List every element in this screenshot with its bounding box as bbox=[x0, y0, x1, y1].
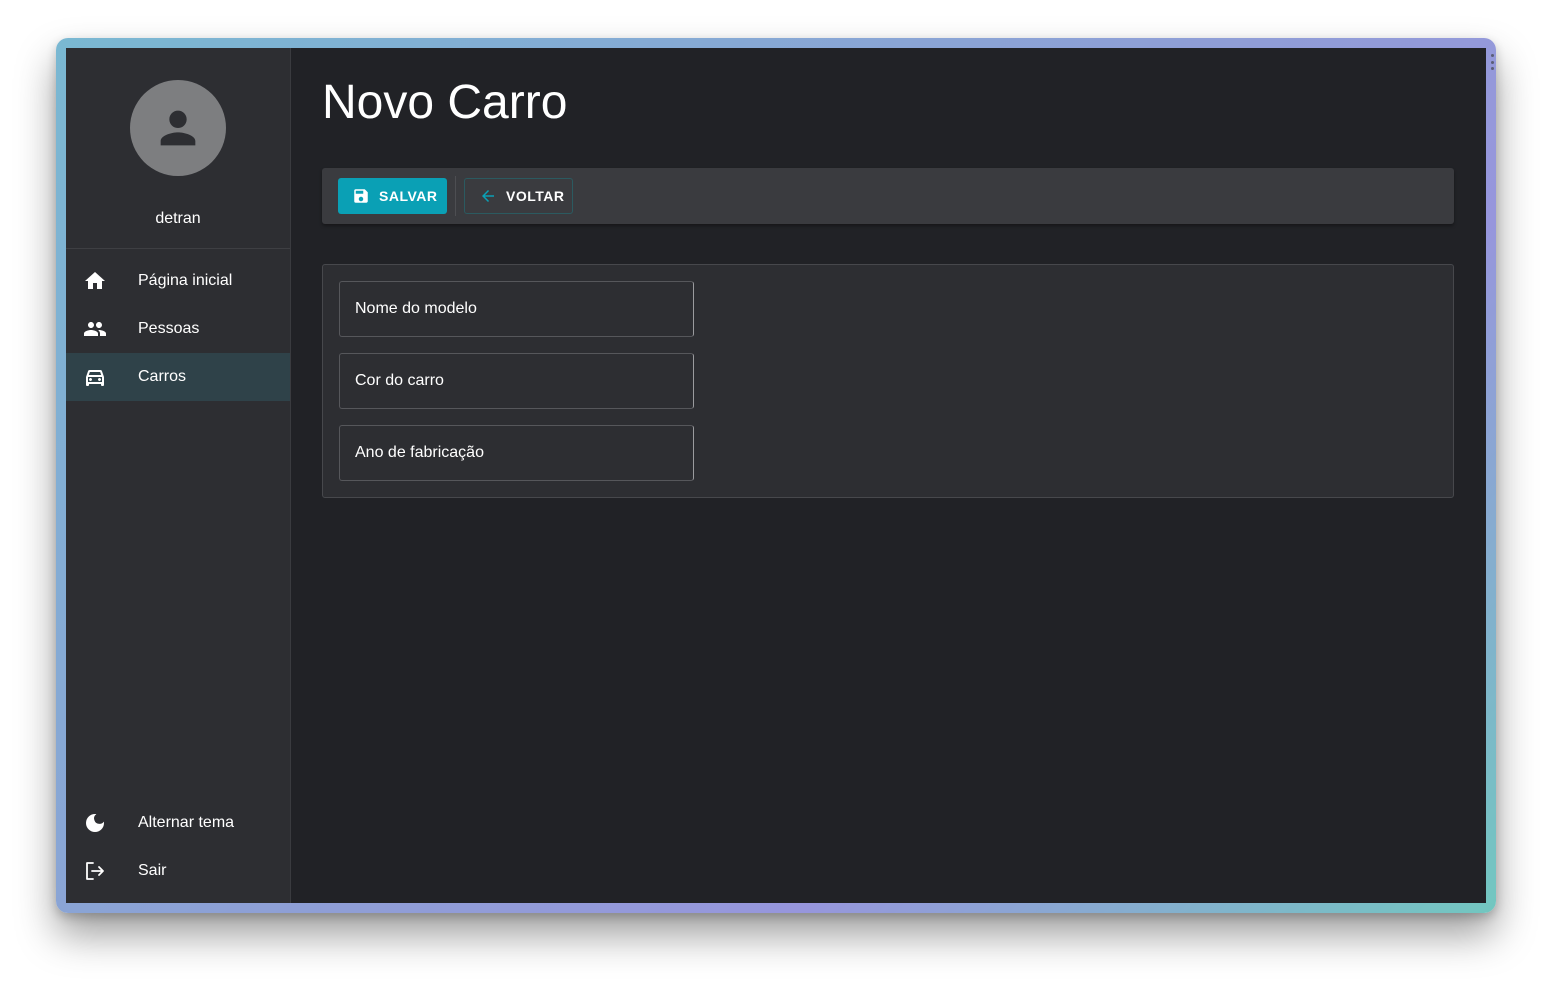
logout-icon bbox=[66, 859, 138, 883]
username: detran bbox=[155, 210, 201, 227]
home-icon bbox=[66, 269, 138, 293]
car-color-input[interactable] bbox=[353, 371, 693, 391]
nav-item-label: Pessoas bbox=[138, 320, 200, 337]
model-name-field[interactable] bbox=[339, 281, 694, 337]
person-icon bbox=[160, 110, 196, 146]
logout-button[interactable]: Sair bbox=[66, 847, 290, 895]
arrow-left-icon bbox=[479, 187, 497, 205]
toolbar-divider bbox=[455, 176, 456, 216]
save-icon bbox=[352, 187, 370, 205]
model-name-input[interactable] bbox=[353, 299, 693, 319]
sidebar: detran Página inicial Pessoas Carros Alt… bbox=[66, 48, 291, 903]
nav-item-cars[interactable]: Carros bbox=[66, 353, 290, 401]
nav-item-people[interactable]: Pessoas bbox=[66, 305, 290, 353]
nav-item-label: Carros bbox=[138, 368, 187, 385]
page-title: Novo Carro bbox=[322, 76, 568, 129]
save-button-label: SALVAR bbox=[379, 188, 438, 204]
people-icon bbox=[66, 317, 138, 341]
avatar bbox=[130, 80, 226, 176]
manufacture-year-input[interactable] bbox=[353, 443, 693, 463]
main-content: Novo Carro SALVAR VOLTAR bbox=[291, 48, 1486, 903]
app-window: detran Página inicial Pessoas Carros Alt… bbox=[66, 48, 1486, 903]
car-form bbox=[322, 264, 1454, 498]
nav-item-label: Alternar tema bbox=[138, 814, 235, 831]
window-resize-handle[interactable] bbox=[1490, 54, 1494, 70]
moon-icon bbox=[66, 811, 138, 835]
nav-item-label: Sair bbox=[138, 862, 167, 879]
manufacture-year-field[interactable] bbox=[339, 425, 694, 481]
save-button[interactable]: SALVAR bbox=[338, 178, 447, 214]
back-button-label: VOLTAR bbox=[506, 188, 565, 204]
toggle-theme-button[interactable]: Alternar tema bbox=[66, 799, 290, 847]
toolbar: SALVAR VOLTAR bbox=[322, 168, 1454, 224]
car-icon bbox=[66, 365, 138, 389]
car-color-field[interactable] bbox=[339, 353, 694, 409]
nav-item-label: Página inicial bbox=[138, 272, 233, 289]
back-button[interactable]: VOLTAR bbox=[464, 178, 573, 214]
sidebar-bottom-actions: Alternar tema Sair bbox=[66, 799, 290, 895]
main-nav: Página inicial Pessoas Carros bbox=[66, 249, 290, 401]
user-profile: detran bbox=[66, 48, 290, 249]
nav-item-home[interactable]: Página inicial bbox=[66, 257, 290, 305]
